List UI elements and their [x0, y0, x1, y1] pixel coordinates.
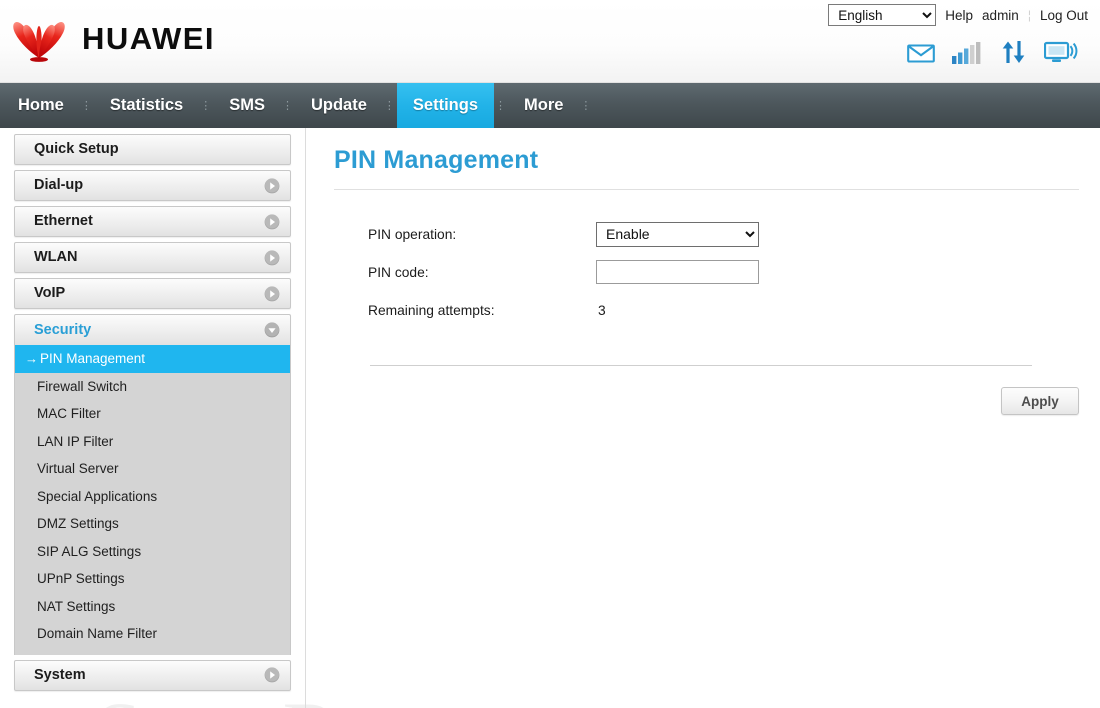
sidebar-sub-label: Domain Name Filter: [37, 626, 158, 642]
sidebar-sub-label: PIN Management: [40, 351, 146, 367]
sidebar-sub-label: DMZ Settings: [37, 516, 119, 532]
nav-item-sms[interactable]: SMS: [213, 83, 281, 128]
nav-divider: ⋮: [281, 100, 294, 112]
brand-logo: HUAWEI: [8, 16, 215, 62]
sidebar-label: Ethernet: [34, 213, 93, 230]
apply-button[interactable]: Apply: [1001, 387, 1079, 415]
sidebar-item-lan-ip-filter[interactable]: LAN IP Filter: [15, 428, 290, 456]
sidebar-item-upnp-settings[interactable]: UPnP Settings: [15, 565, 290, 593]
settings-sidebar: Quick Setup Dial-up Ethernet WLAN VoIP S…: [14, 134, 291, 696]
sidebar-label: WLAN: [34, 249, 78, 266]
header-account-bar: English Help admin ¦ Log Out: [828, 4, 1088, 26]
chevron-right-icon: [264, 285, 280, 302]
sidebar-item-system[interactable]: System: [14, 659, 291, 691]
title-divider: [334, 189, 1079, 190]
language-select[interactable]: English: [828, 4, 937, 26]
sidebar-item-special-applications[interactable]: Special Applications: [15, 483, 290, 511]
pin-management-form: PIN operation: Enable PIN code: Remainin…: [334, 221, 1090, 323]
sidebar-sub-label: NAT Settings: [37, 598, 116, 614]
nav-divider: ⋮: [80, 100, 93, 112]
sidebar-item-domain-name-filter[interactable]: Domain Name Filter: [15, 620, 290, 648]
sidebar-sub-label: Special Applications: [37, 488, 158, 504]
brand-name: HUAWEI: [82, 21, 215, 56]
form-row-pin-operation: PIN operation: Enable: [368, 221, 1090, 247]
sidebar-label: VoIP: [34, 285, 66, 302]
pin-operation-label: PIN operation:: [368, 226, 457, 242]
nav-divider: ⋮: [200, 100, 213, 112]
form-row-remaining-attempts: Remaining attempts: 3: [368, 297, 1090, 323]
sidebar-item-quick-setup[interactable]: Quick Setup: [14, 134, 291, 165]
chevron-right-icon: [264, 177, 280, 194]
active-arrow-icon: →: [25, 351, 38, 367]
form-actions: Apply: [334, 387, 1079, 415]
pin-code-input[interactable]: [596, 260, 759, 284]
header-status-icons: [907, 40, 1078, 69]
nav-divider: ⋮: [580, 100, 593, 112]
nav-divider: ⋮: [495, 100, 507, 112]
current-user-label[interactable]: admin: [982, 8, 1019, 23]
main-navigation: Home ⋮ Statistics ⋮ SMS ⋮ Update ⋮ Setti…: [0, 83, 1100, 128]
sidebar-sub-label: Firewall Switch: [37, 378, 128, 394]
sidebar-item-dial-up[interactable]: Dial-up: [14, 170, 291, 201]
nav-item-home[interactable]: Home: [2, 83, 80, 128]
sidebar-item-wlan[interactable]: WLAN: [14, 242, 291, 273]
sidebar-item-pin-management[interactable]: → PIN Management: [15, 345, 290, 373]
sidebar-label: Dial-up: [34, 177, 84, 194]
sidebar-label: Quick Setup: [34, 141, 119, 158]
sidebar-item-sip-alg-settings[interactable]: SIP ALG Settings: [15, 538, 290, 566]
page-header: HUAWEI English Help admin ¦ Log Out: [0, 0, 1100, 83]
sidebar-item-ethernet[interactable]: Ethernet: [14, 206, 291, 237]
mail-icon[interactable]: [907, 42, 935, 69]
sidebar-item-nat-settings[interactable]: NAT Settings: [15, 593, 290, 621]
chevron-right-icon: [264, 213, 280, 230]
main-content: PIN Management PIN operation: Enable PIN…: [334, 134, 1090, 415]
connected-device-icon[interactable]: [1043, 40, 1078, 69]
nav-item-more[interactable]: More: [508, 83, 579, 128]
nav-item-statistics[interactable]: Statistics: [94, 83, 199, 128]
sidebar-item-firewall-switch[interactable]: Firewall Switch: [15, 373, 290, 401]
sidebar-sub-label: UPnP Settings: [37, 571, 125, 587]
data-transfer-icon[interactable]: [1001, 40, 1027, 69]
sidebar-item-mac-filter[interactable]: MAC Filter: [15, 400, 290, 428]
nav-divider: ⋮: [383, 100, 396, 112]
sidebar-item-security[interactable]: Security: [14, 314, 291, 345]
logout-link[interactable]: Log Out: [1040, 8, 1088, 23]
sidebar-label: System: [34, 666, 86, 683]
huawei-flower-logo-icon: [8, 16, 70, 62]
sidebar-item-dmz-settings[interactable]: DMZ Settings: [15, 510, 290, 538]
nav-item-settings[interactable]: Settings: [396, 83, 494, 128]
nav-item-update[interactable]: Update: [295, 83, 383, 128]
chevron-right-icon: [264, 249, 280, 266]
page-title: PIN Management: [334, 146, 539, 174]
sidebar-item-voip[interactable]: VoIP: [14, 278, 291, 309]
form-row-pin-code: PIN code:: [368, 259, 1090, 285]
chevron-down-icon: [264, 322, 280, 338]
pin-code-label: PIN code:: [368, 264, 429, 280]
sidebar-sub-label: SIP ALG Settings: [37, 543, 142, 559]
header-separator: ¦: [1027, 8, 1031, 22]
sidebar-sub-label: LAN IP Filter: [37, 433, 114, 449]
page-body: SetupRouter.com Quick Setup Dial-up Ethe…: [0, 128, 1100, 708]
remaining-attempts-label: Remaining attempts:: [368, 302, 495, 318]
sidebar-content-divider: [305, 128, 306, 708]
sidebar-label: Security: [34, 321, 92, 338]
signal-strength-icon[interactable]: [952, 42, 984, 69]
sidebar-sub-label: MAC Filter: [37, 406, 101, 422]
remaining-attempts-value: 3: [598, 302, 606, 318]
sidebar-item-virtual-server[interactable]: Virtual Server: [15, 455, 290, 483]
router-admin-page: HUAWEI English Help admin ¦ Log Out Home…: [0, 0, 1100, 708]
sidebar-sub-label: Virtual Server: [37, 461, 119, 477]
pin-operation-select[interactable]: Enable: [596, 221, 759, 247]
form-bottom-divider: [370, 365, 1032, 366]
help-link[interactable]: Help: [945, 8, 973, 23]
chevron-right-icon: [264, 667, 280, 683]
security-submenu: → PIN Management Firewall Switch MAC Fil…: [14, 345, 291, 655]
